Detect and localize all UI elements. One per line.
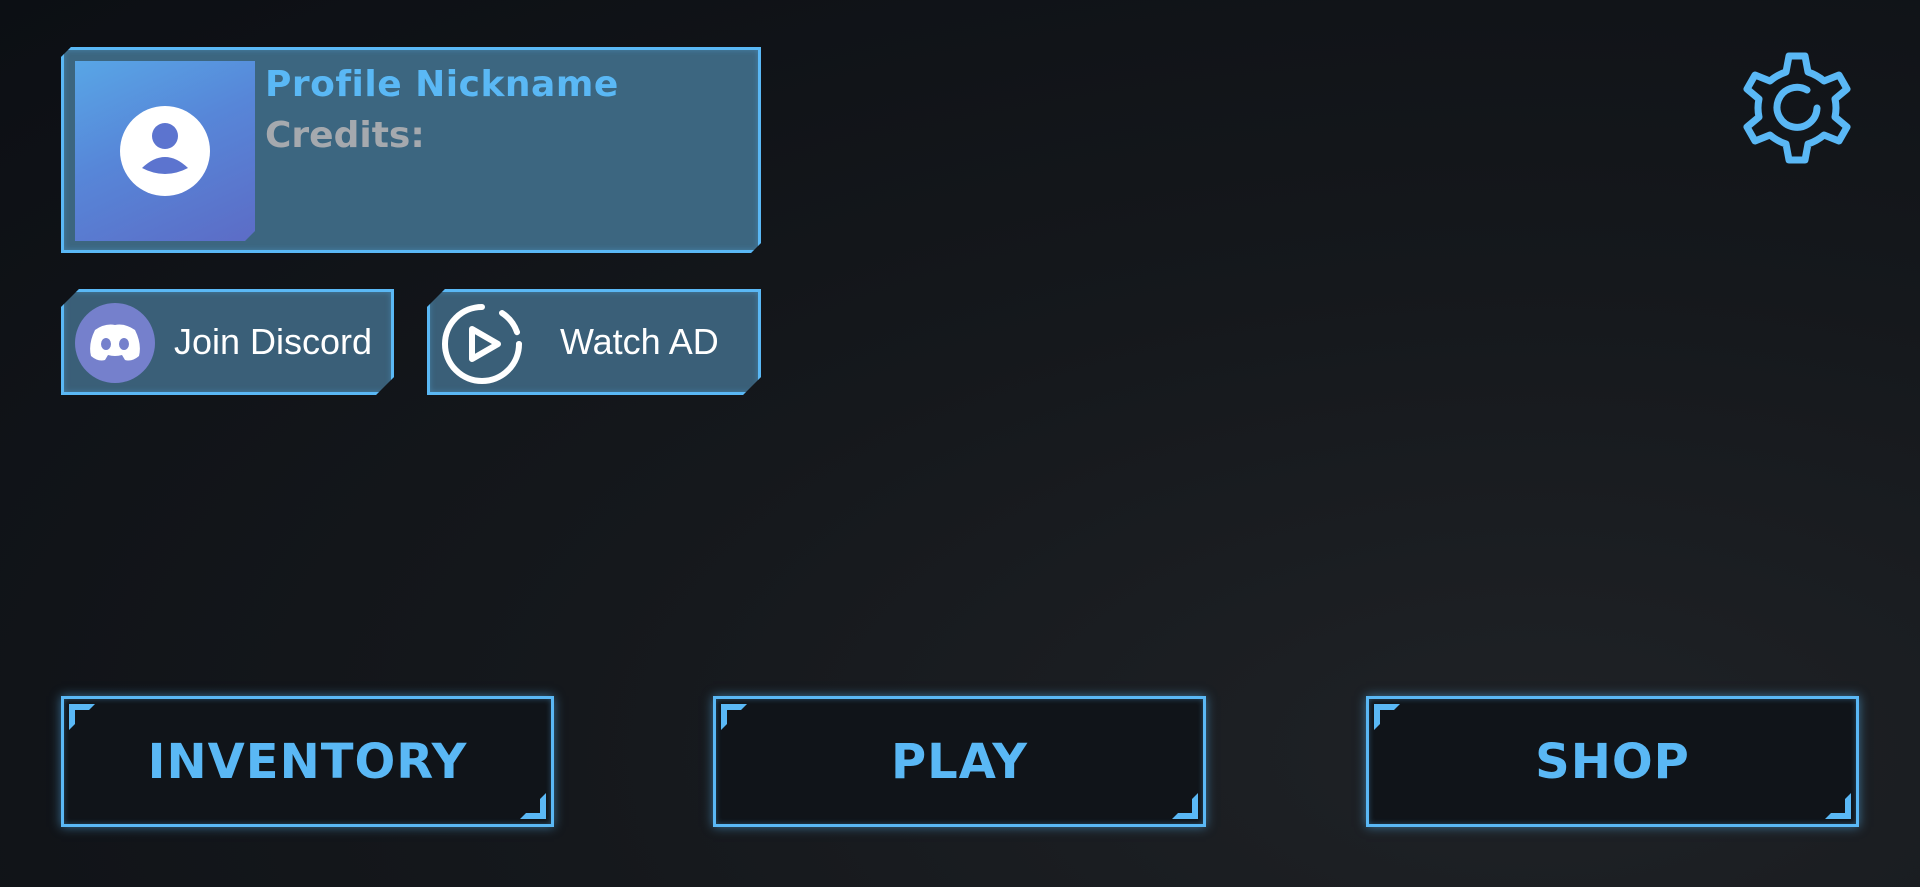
inventory-button[interactable]: INVENTORY: [61, 696, 554, 827]
corner-bracket-icon: [520, 793, 546, 819]
shop-button[interactable]: SHOP: [1366, 696, 1859, 827]
inventory-label: INVENTORY: [147, 733, 468, 790]
profile-card[interactable]: Profile Nickname Credits:: [61, 47, 761, 253]
corner-bracket-icon: [1374, 704, 1400, 730]
discord-logo: [75, 303, 155, 383]
join-discord-label: Join Discord: [174, 321, 373, 362]
credits-label: Credits:: [265, 115, 425, 156]
play-circle-icon: [440, 302, 524, 386]
play-label: PLAY: [890, 733, 1029, 790]
watch-ad-button[interactable]: Watch AD: [427, 289, 761, 395]
settings-button[interactable]: [1733, 44, 1861, 172]
shop-label: SHOP: [1535, 733, 1690, 790]
play-button[interactable]: PLAY: [713, 696, 1206, 827]
user-avatar-icon: [120, 106, 210, 196]
corner-bracket-icon: [1825, 793, 1851, 819]
corner-bracket-icon: [721, 704, 747, 730]
corner-bracket-icon: [69, 704, 95, 730]
join-discord-button[interactable]: Join Discord: [61, 289, 394, 395]
gear-icon: [1743, 52, 1851, 164]
corner-bracket-icon: [1172, 793, 1198, 819]
discord-logo-icon: [87, 320, 143, 364]
avatar: [75, 61, 255, 241]
profile-nickname: Profile Nickname: [265, 64, 619, 105]
watch-ad-label: Watch AD: [560, 321, 719, 362]
